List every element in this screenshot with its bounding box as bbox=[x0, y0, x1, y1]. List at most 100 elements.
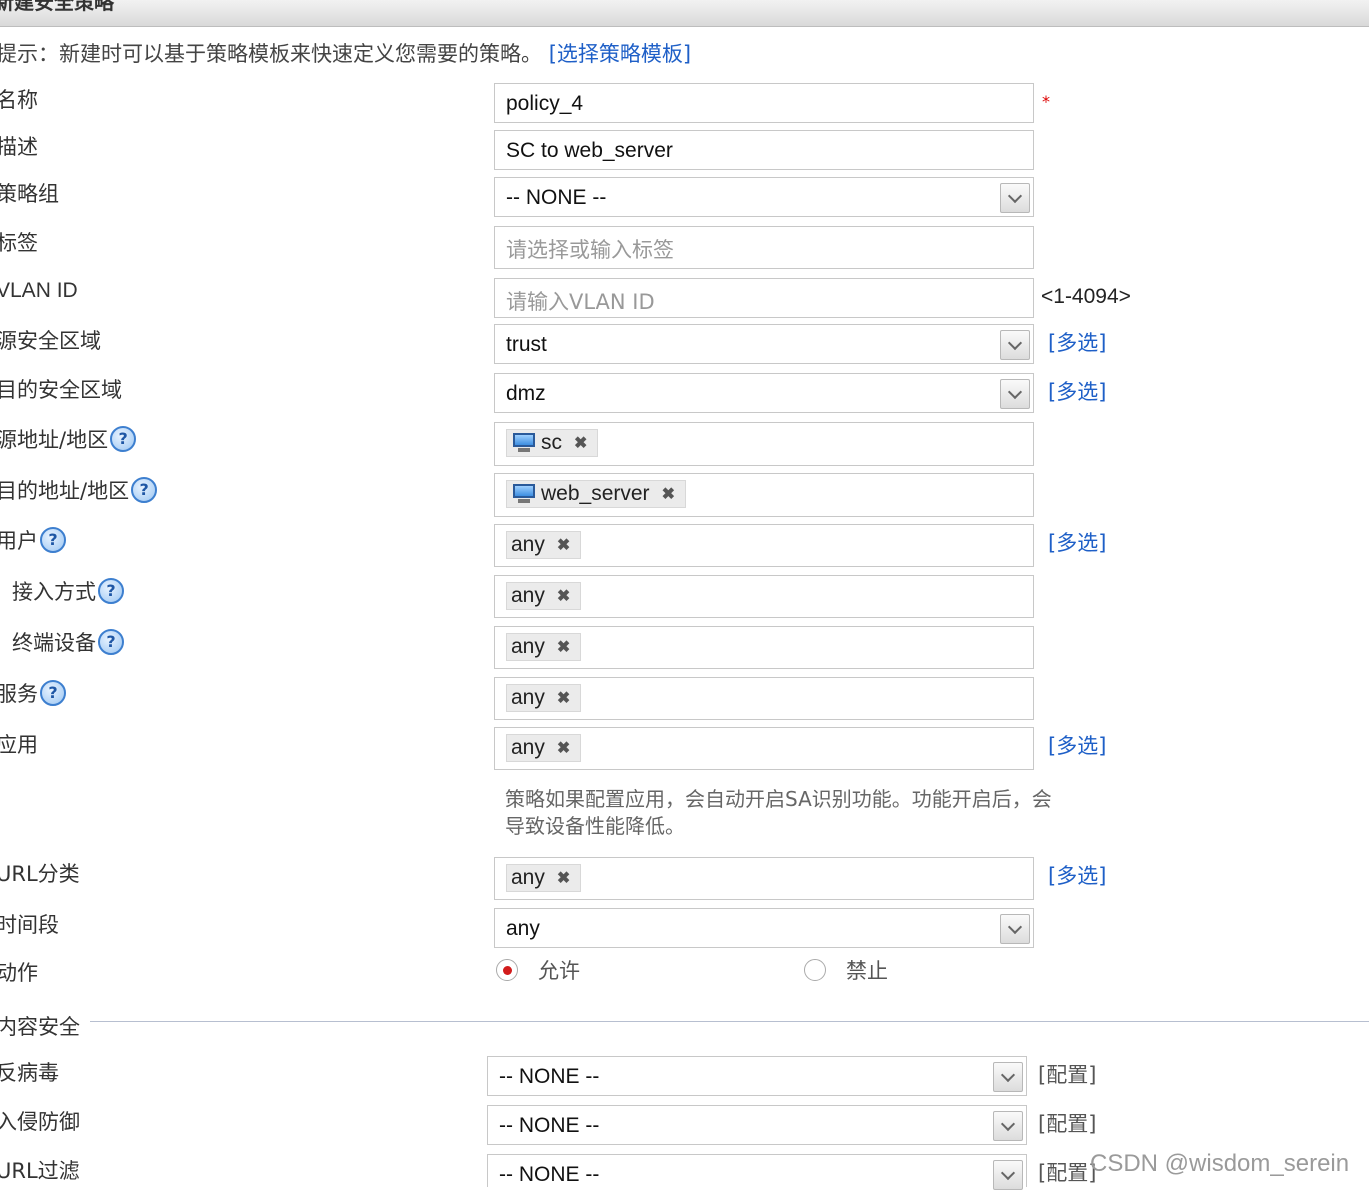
help-icon[interactable]: ? bbox=[131, 477, 158, 503]
url-filter-config-link[interactable]: [配置] bbox=[1038, 1157, 1096, 1187]
url-cat-multi-link[interactable]: [多选] bbox=[1048, 860, 1106, 890]
app-label: 应用 bbox=[0, 733, 38, 757]
terminal-label: 终端设备 ? bbox=[12, 627, 124, 657]
user-field[interactable]: any ✖ bbox=[494, 524, 1034, 567]
chevron-down-icon[interactable] bbox=[1000, 330, 1030, 360]
src-addr-field[interactable]: sc ✖ bbox=[494, 422, 1034, 466]
chevron-down-icon[interactable] bbox=[993, 1111, 1023, 1141]
tag-placeholder: 请选择或输入标签 bbox=[506, 238, 674, 262]
dst-addr-field[interactable]: web_server ✖ bbox=[494, 473, 1034, 517]
dst-zone-value: dmz bbox=[506, 382, 546, 405]
value-tag: any ✖ bbox=[506, 734, 582, 762]
user-multi-link[interactable]: [多选] bbox=[1048, 527, 1106, 557]
help-icon[interactable]: ? bbox=[40, 680, 66, 706]
deny-radio[interactable] bbox=[804, 959, 826, 981]
vlan-range: <1-4094> bbox=[1041, 285, 1131, 308]
group-label: 策略组 bbox=[0, 182, 59, 206]
chevron-down-icon[interactable] bbox=[1000, 379, 1030, 409]
value-tag-label: any bbox=[511, 866, 545, 889]
help-icon[interactable]: ? bbox=[98, 578, 124, 604]
terminal-field[interactable]: any ✖ bbox=[494, 626, 1034, 669]
time-value: any bbox=[506, 917, 540, 940]
chevron-down-icon[interactable] bbox=[993, 1160, 1023, 1190]
vlan-input[interactable]: 请输入VLAN ID bbox=[494, 278, 1034, 318]
user-label-text: 用户 bbox=[0, 529, 38, 553]
app-multi-link[interactable]: [多选] bbox=[1048, 730, 1106, 760]
chevron-down-icon[interactable] bbox=[1000, 914, 1030, 944]
dst-addr-label: 目的地址/地区 ? bbox=[0, 475, 158, 505]
access-field[interactable]: any ✖ bbox=[494, 575, 1034, 618]
value-tag: any ✖ bbox=[506, 864, 582, 892]
hint-message: 提示：新建时可以基于策略模板来快速定义您需要的策略。 bbox=[0, 42, 542, 66]
user-label: 用户 ? bbox=[0, 525, 66, 555]
time-label: 时间段 bbox=[0, 913, 59, 937]
access-label-text: 接入方式 bbox=[12, 580, 96, 604]
antivirus-config-link[interactable]: [配置] bbox=[1038, 1059, 1096, 1089]
value-tag-label: any bbox=[511, 584, 545, 607]
allow-radio-label: 允许 bbox=[538, 959, 580, 983]
tag-input[interactable]: 请选择或输入标签 bbox=[494, 226, 1034, 269]
computer-icon bbox=[511, 484, 537, 504]
app-field[interactable]: any ✖ bbox=[494, 727, 1034, 770]
value-tag: any ✖ bbox=[506, 684, 582, 712]
remove-icon[interactable]: ✖ bbox=[574, 433, 587, 453]
url-filter-label: URL过滤 bbox=[0, 1159, 80, 1183]
allow-radio[interactable] bbox=[496, 959, 518, 981]
dialog-title-bar: 新建安全策略 bbox=[0, 0, 1369, 27]
help-icon[interactable]: ? bbox=[40, 527, 66, 553]
ips-select[interactable]: -- NONE -- bbox=[487, 1105, 1027, 1145]
dialog-title: 新建安全策略 bbox=[0, 0, 114, 14]
computer-icon bbox=[511, 433, 537, 453]
dst-zone-label: 目的安全区域 bbox=[0, 378, 122, 402]
desc-field[interactable]: SC to web_server bbox=[494, 130, 1034, 170]
src-zone-value: trust bbox=[506, 333, 547, 356]
group-select[interactable]: -- NONE -- bbox=[494, 177, 1034, 217]
required-marker: * bbox=[1042, 92, 1050, 111]
remove-icon[interactable]: ✖ bbox=[557, 535, 570, 555]
value-tag-label: any bbox=[511, 635, 545, 658]
help-icon[interactable]: ? bbox=[98, 629, 124, 655]
ips-config-link[interactable]: [配置] bbox=[1038, 1108, 1096, 1138]
chevron-down-icon[interactable] bbox=[1000, 183, 1030, 213]
src-zone-label: 源安全区域 bbox=[0, 329, 101, 353]
service-field[interactable]: any ✖ bbox=[494, 677, 1034, 720]
ips-value: -- NONE -- bbox=[499, 1114, 600, 1137]
value-tag: any ✖ bbox=[506, 531, 582, 559]
name-field[interactable]: policy_4 bbox=[494, 83, 1034, 123]
action-label: 动作 bbox=[0, 961, 38, 985]
url-filter-select[interactable]: -- NONE -- bbox=[487, 1154, 1027, 1190]
access-label: 接入方式 ? bbox=[12, 576, 124, 606]
time-select[interactable]: any bbox=[494, 908, 1034, 948]
app-note: 策略如果配置应用，会自动开启SA识别功能。功能开启后，会导致设备性能降低。 bbox=[505, 787, 1052, 838]
antivirus-select[interactable]: -- NONE -- bbox=[487, 1056, 1027, 1096]
antivirus-value: -- NONE -- bbox=[499, 1065, 600, 1088]
remove-icon[interactable]: ✖ bbox=[662, 484, 675, 504]
value-tag-label: any bbox=[511, 736, 545, 759]
dst-zone-multi-link[interactable]: [多选] bbox=[1048, 376, 1106, 406]
remove-icon[interactable]: ✖ bbox=[557, 738, 570, 758]
name-value: policy_4 bbox=[506, 92, 584, 115]
remove-icon[interactable]: ✖ bbox=[557, 586, 570, 606]
dst-addr-label-text: 目的地址/地区 bbox=[0, 479, 130, 503]
value-tag: any ✖ bbox=[506, 582, 582, 610]
terminal-label-text: 终端设备 bbox=[12, 631, 96, 655]
remove-icon[interactable]: ✖ bbox=[557, 868, 570, 888]
ips-label: 入侵防御 bbox=[0, 1110, 80, 1134]
src-zone-multi-link[interactable]: [多选] bbox=[1048, 327, 1106, 357]
value-tag: any ✖ bbox=[506, 633, 582, 661]
remove-icon[interactable]: ✖ bbox=[557, 688, 570, 708]
dst-zone-select[interactable]: dmz bbox=[494, 373, 1034, 413]
help-icon[interactable]: ? bbox=[110, 426, 137, 452]
chevron-down-icon[interactable] bbox=[993, 1062, 1023, 1092]
src-zone-select[interactable]: trust bbox=[494, 324, 1034, 364]
watermark: CSDN @wisdom_serein bbox=[1090, 1150, 1350, 1177]
url-cat-label: URL分类 bbox=[0, 862, 80, 886]
url-filter-value: -- NONE -- bbox=[499, 1163, 600, 1186]
select-template-link[interactable]: [选择策略模板] bbox=[549, 42, 691, 66]
url-cat-field[interactable]: any ✖ bbox=[494, 857, 1034, 900]
tag-label: 标签 bbox=[0, 231, 38, 255]
remove-icon[interactable]: ✖ bbox=[557, 637, 570, 657]
address-tag: sc ✖ bbox=[506, 429, 599, 457]
section-divider bbox=[90, 1021, 1369, 1022]
antivirus-label: 反病毒 bbox=[0, 1061, 59, 1085]
